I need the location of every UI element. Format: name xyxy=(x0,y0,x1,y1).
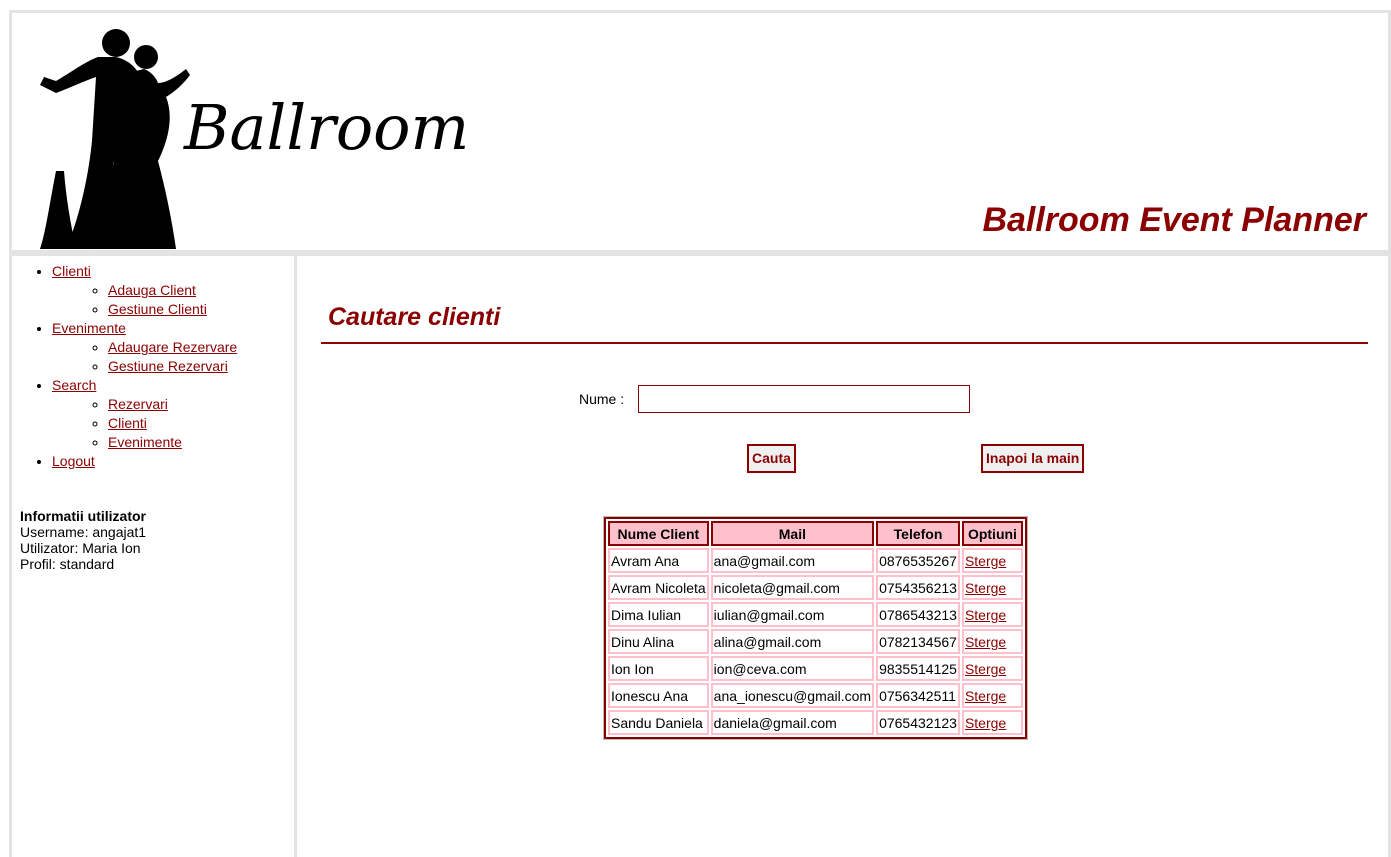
client-mail-cell: ana@gmail.com xyxy=(710,548,875,573)
client-action-cell: Sterge xyxy=(961,602,1023,627)
client-name-cell: Avram Nicoleta xyxy=(608,575,709,600)
ballroom-dancers-logo: Ballroom xyxy=(40,29,469,249)
sterge-link[interactable]: Sterge xyxy=(965,715,1006,731)
nav-group-clienti: Clienti Adauga Client Gestiune Clienti xyxy=(52,262,237,319)
title-divider xyxy=(321,342,1368,344)
name-search-input[interactable] xyxy=(638,385,970,413)
site-title: Ballroom Event Planner xyxy=(982,201,1366,239)
client-phone-cell: 0765432123 xyxy=(876,710,960,735)
name-label: Nume : xyxy=(579,391,625,407)
client-phone-cell: 0782134567 xyxy=(876,629,960,654)
column-header-mail: Mail xyxy=(710,521,875,546)
sterge-link[interactable]: Sterge xyxy=(965,688,1006,704)
adaugare-rezervare-link[interactable]: Adaugare Rezervare xyxy=(108,339,237,355)
client-name-cell: Dima Iulian xyxy=(608,602,709,627)
client-name-cell: Ionescu Ana xyxy=(608,683,709,708)
client-phone-cell: 0876535267 xyxy=(876,548,960,573)
client-mail-cell: ana_ionescu@gmail.com xyxy=(710,683,875,708)
sidebar: Clienti Adauga Client Gestiune Clienti E… xyxy=(9,253,297,857)
logout-link[interactable]: Logout xyxy=(52,453,95,469)
client-phone-cell: 9835514125 xyxy=(876,656,960,681)
username-text: Username: angajat1 xyxy=(20,524,147,540)
client-action-cell: Sterge xyxy=(961,683,1023,708)
header: Ballroom Ballroom Event Planner xyxy=(9,10,1391,253)
sterge-link[interactable]: Sterge xyxy=(965,580,1006,596)
client-action-cell: Sterge xyxy=(961,629,1023,654)
search-clienti-link[interactable]: Clienti xyxy=(108,415,147,431)
client-mail-cell: alina@gmail.com xyxy=(710,629,875,654)
table-row: Ionescu Ana ana_ionescu@gmail.com 075634… xyxy=(608,683,1023,708)
table-header-row: Nume Client Mail Telefon Optiuni xyxy=(608,521,1023,546)
adauga-client-link[interactable]: Adauga Client xyxy=(108,282,196,298)
client-action-cell: Sterge xyxy=(961,548,1023,573)
sterge-link[interactable]: Sterge xyxy=(965,634,1006,650)
nav-item-search-rezervari: Rezervari xyxy=(108,395,237,414)
search-rezervari-link[interactable]: Rezervari xyxy=(108,396,168,412)
logo-text: Ballroom xyxy=(183,91,469,164)
column-header-nume-client: Nume Client xyxy=(608,521,709,546)
client-mail-cell: ion@ceva.com xyxy=(710,656,875,681)
back-to-main-button[interactable]: Inapoi la main xyxy=(981,444,1085,473)
gestiune-rezervari-link[interactable]: Gestiune Rezervari xyxy=(108,358,228,374)
client-mail-cell: daniela@gmail.com xyxy=(710,710,875,735)
nav-evenimente-link[interactable]: Evenimente xyxy=(52,320,126,336)
client-name-cell: Ion Ion xyxy=(608,656,709,681)
client-action-cell: Sterge xyxy=(961,656,1023,681)
table-row: Ion Ion ion@ceva.com 9835514125 Sterge xyxy=(608,656,1023,681)
nav-item-search-clienti: Clienti xyxy=(108,414,237,433)
client-name-cell: Avram Ana xyxy=(608,548,709,573)
nav-item-gestiune-rezervari: Gestiune Rezervari xyxy=(108,357,237,376)
search-button[interactable]: Cauta xyxy=(747,444,796,473)
user-info-title: Informatii utilizator xyxy=(20,508,146,524)
main-content: Cautare clienti Nume : Cauta Inapoi la m… xyxy=(294,253,1391,857)
nav-item-gestiune-clienti: Gestiune Clienti xyxy=(108,300,237,319)
nav-group-evenimente: Evenimente Adaugare Rezervare Gestiune R… xyxy=(52,319,237,376)
search-evenimente-link[interactable]: Evenimente xyxy=(108,434,182,450)
page-title: Cautare clienti xyxy=(328,303,501,331)
nav-item-search-evenimente: Evenimente xyxy=(108,433,237,452)
nav-group-search: Search Rezervari Clienti Evenimente xyxy=(52,376,237,452)
gestiune-clienti-link[interactable]: Gestiune Clienti xyxy=(108,301,207,317)
nav-item-adaugare-rezervare: Adaugare Rezervare xyxy=(108,338,237,357)
client-mail-cell: iulian@gmail.com xyxy=(710,602,875,627)
table-row: Avram Nicoleta nicoleta@gmail.com 075435… xyxy=(608,575,1023,600)
column-header-optiuni: Optiuni xyxy=(961,521,1023,546)
client-phone-cell: 0756342511 xyxy=(876,683,960,708)
sterge-link[interactable]: Sterge xyxy=(965,553,1006,569)
sidebar-nav: Clienti Adauga Client Gestiune Clienti E… xyxy=(12,262,237,471)
sterge-link[interactable]: Sterge xyxy=(965,607,1006,623)
client-name-cell: Sandu Daniela xyxy=(608,710,709,735)
client-action-cell: Sterge xyxy=(961,575,1023,600)
utilizator-text: Utilizator: Maria Ion xyxy=(20,540,141,556)
clients-table: Nume Client Mail Telefon Optiuni Avram A… xyxy=(603,516,1028,740)
profil-text: Profil: standard xyxy=(20,556,115,572)
nav-clienti-link[interactable]: Clienti xyxy=(52,263,91,279)
client-mail-cell: nicoleta@gmail.com xyxy=(710,575,875,600)
table-row: Dinu Alina alina@gmail.com 0782134567 St… xyxy=(608,629,1023,654)
client-phone-cell: 0754356213 xyxy=(876,575,960,600)
nav-group-logout: Logout xyxy=(52,452,237,471)
table-row: Dima Iulian iulian@gmail.com 0786543213 … xyxy=(608,602,1023,627)
table-row: Sandu Daniela daniela@gmail.com 07654321… xyxy=(608,710,1023,735)
client-action-cell: Sterge xyxy=(961,710,1023,735)
table-row: Avram Ana ana@gmail.com 0876535267 Sterg… xyxy=(608,548,1023,573)
nav-item-adauga-client: Adauga Client xyxy=(108,281,237,300)
nav-search-link[interactable]: Search xyxy=(52,377,96,393)
user-info-panel: Informatii utilizator Username: angajat1… xyxy=(20,508,146,572)
column-header-telefon: Telefon xyxy=(876,521,960,546)
sterge-link[interactable]: Sterge xyxy=(965,661,1006,677)
client-name-cell: Dinu Alina xyxy=(608,629,709,654)
client-phone-cell: 0786543213 xyxy=(876,602,960,627)
